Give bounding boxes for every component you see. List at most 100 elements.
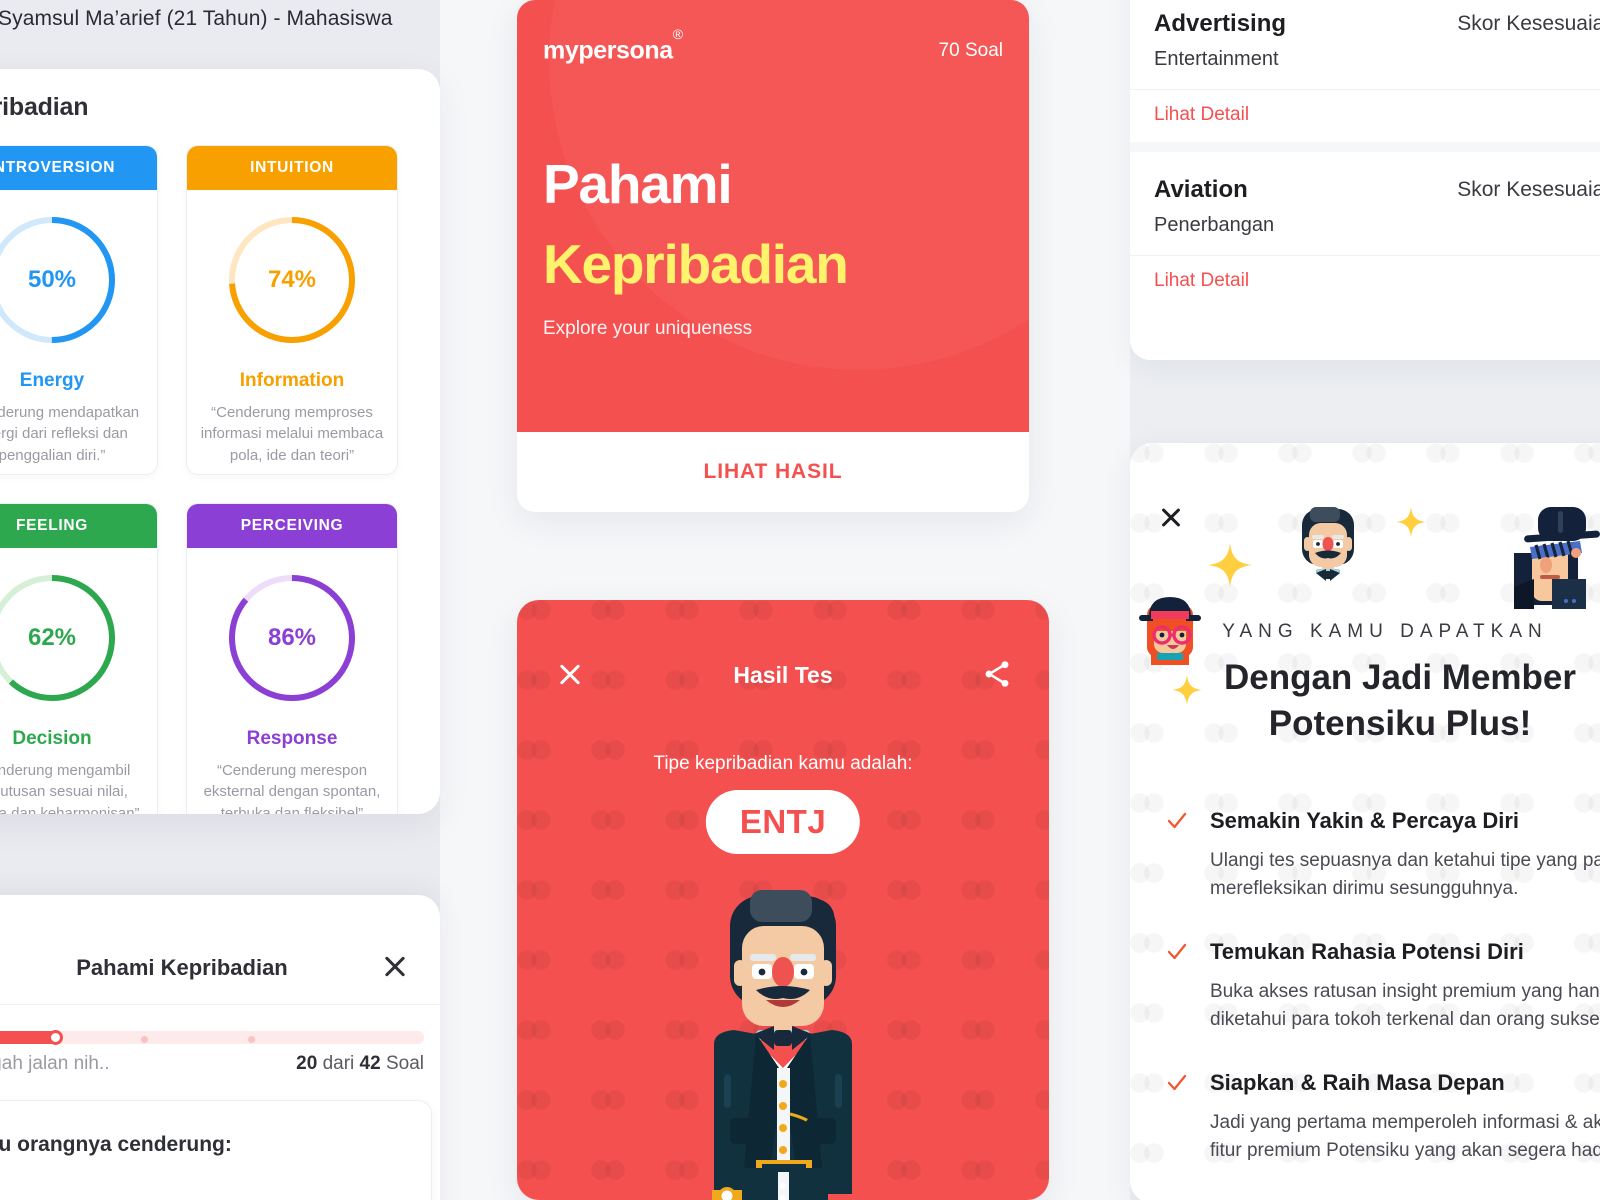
progress-total: 42 — [359, 1053, 381, 1074]
promo-headline-primary: Pahami — [543, 153, 733, 215]
result-title: Hasil Tes — [733, 662, 833, 688]
trait-description: “Cenderung merespon eksternal dengan spo… — [203, 762, 381, 814]
promo-subtitle: Explore your uniqueness — [543, 318, 753, 339]
career-list: AdvertisingEntertainmentSkor Kesesuaian L… — [1130, 0, 1600, 308]
trait-label: INTROVERSION — [0, 146, 157, 190]
registered-mark: ® — [672, 26, 683, 43]
share-icon[interactable] — [981, 658, 1013, 695]
career-item-footer: Lihat Detail — [1130, 89, 1600, 142]
entj-avatar-illustration — [638, 868, 928, 1200]
career-item-footer: Lihat Detail — [1130, 255, 1600, 308]
plus-kicker: YANG KAMU DAPATKAN — [1222, 621, 1548, 642]
app-logo-text: mypersona — [543, 36, 673, 65]
trait-progress-ring: 74% — [224, 212, 360, 348]
plus-headline-line1: Dengan Jadi Member — [1223, 658, 1577, 697]
trait-progress-ring: 50% — [0, 212, 120, 348]
benefit-item: Semakin Yakin & Percaya Diri Ulangi tes s… — [1152, 808, 1600, 902]
view-result-button[interactable]: LIHAT HASIL — [517, 432, 1029, 512]
personality-result-card: Kepribadian INTROVERSION 50% Energy “Cender… — [0, 69, 440, 814]
progress-track[interactable] — [0, 1030, 424, 1045]
plus-headline-line2: Potensiku Plus! — [1268, 703, 1532, 743]
trait-percent: 50% — [27, 266, 77, 293]
career-list-divider — [1130, 142, 1600, 152]
personality-type-badge: ENTJ — [705, 790, 861, 854]
view-detail-link[interactable]: Lihat Detail — [1154, 104, 1249, 125]
career-item-body: AviationPenerbanganSkor Kesesuaian — [1130, 152, 1600, 255]
trait-progress-ring: 62% — [0, 570, 120, 706]
trait-name: Response — [246, 728, 338, 749]
benefit-title: Temukan Rahasia Potensi Diri — [1210, 939, 1524, 965]
result-subtitle: Tipe kepribadian kamu adalah: — [653, 753, 913, 774]
trait-percent: 74% — [267, 266, 317, 293]
trait-card: FEELING 62% Decision “Cenderung mengambil k… — [0, 503, 158, 814]
progress-of: dari — [322, 1053, 355, 1074]
quiz-question-card: Kamu orangnya cenderung: — [0, 1100, 432, 1200]
screenshot-stage: Syamsul Ma’arief (21 Tahun) - Mahasiswa … — [0, 0, 1600, 1200]
career-list-item[interactable]: AviationPenerbanganSkor KesesuaianLihat … — [1130, 152, 1600, 308]
close-icon[interactable] — [380, 951, 410, 981]
trait-card: INTUITION 74% Information “Cenderung mempro… — [186, 145, 398, 475]
benefit-title: Semakin Yakin & Percaya Diri — [1210, 808, 1519, 833]
benefit-description: Jadi yang pertama memperoleh informasi &… — [1210, 1112, 1600, 1161]
avatar-mustache-man — [1282, 501, 1374, 598]
benefit-description: Ulangi tes sepuasnya dan ketahui tipe ya… — [1210, 850, 1600, 899]
trait-progress-ring: 86% — [224, 570, 360, 706]
trait-description: “Cenderung mengambil keputusan sesuai ni… — [0, 762, 140, 814]
quiz-progress-card: Pahami Kepribadian Udah setengah jalan n… — [0, 895, 440, 1200]
quiz-question-prompt: Kamu orangnya cenderung: — [0, 1133, 232, 1156]
progress-current: 20 — [296, 1053, 318, 1074]
close-icon[interactable] — [1158, 505, 1184, 531]
career-match-list-card: AdvertisingEntertainmentSkor Kesesuaian L… — [1130, 0, 1600, 360]
progress-unit: Soal — [385, 1053, 424, 1074]
trait-name: Decision — [12, 728, 92, 749]
progress-encouragement: Udah setengah jalan nih.. — [0, 1053, 110, 1074]
view-detail-link[interactable]: Lihat Detail — [1154, 270, 1249, 291]
progress-milestone-dot — [141, 1035, 148, 1043]
trait-card: PERCEIVING 86% Response “Cenderung merespon… — [186, 503, 398, 814]
trait-label: FEELING — [0, 504, 157, 548]
test-result-card: Hasil Tes Tipe kepribadian kamu adalah: … — [517, 600, 1049, 1200]
career-subtitle: Penerbangan — [1154, 214, 1275, 236]
trait-description: “Cenderung mendapatkan energi dari refle… — [0, 404, 140, 464]
sparkle-icon — [1396, 507, 1426, 542]
career-subtitle: Entertainment — [1154, 48, 1279, 70]
check-icon — [1165, 940, 1189, 964]
app-logo: mypersona® — [543, 26, 683, 65]
trait-percent: 62% — [27, 624, 77, 651]
trait-grid: INTROVERSION 50% Energy “Cenderung mendapat… — [0, 145, 398, 814]
sparkle-icon — [1208, 543, 1252, 592]
quiz-progress: Udah setengah jalan nih.. 20 dari 42 Soa… — [0, 1023, 440, 1079]
trait-name: Information — [239, 370, 345, 391]
quiz-title: Pahami Kepribadian — [76, 955, 288, 980]
promo-hero: mypersona® 70 Soal Pahami Kepribadian Ex… — [517, 0, 1029, 432]
progress-knob[interactable] — [48, 1030, 63, 1045]
benefit-item: Siapkan & Raih Masa Depan Jadi yang perta… — [1152, 1070, 1600, 1164]
career-score-label: Skor Kesesuaian — [1457, 178, 1600, 201]
trait-description: “Cenderung memproses informasi melalui m… — [200, 404, 384, 464]
progress-caption: Udah setengah jalan nih.. 20 dari 42 Soa… — [0, 1053, 424, 1075]
trait-card: INTROVERSION 50% Energy “Cenderung mendapat… — [0, 145, 158, 475]
benefits-list: Semakin Yakin & Percaya Diri Ulangi tes s… — [1152, 808, 1600, 1200]
benefit-description: Buka akses ratusan insight premium yang … — [1210, 981, 1600, 1030]
promo-card[interactable]: mypersona® 70 Soal Pahami Kepribadian Ex… — [517, 0, 1029, 512]
potensiku-plus-card: YANG KAMU DAPATKAN Dengan Jadi Member Po… — [1130, 443, 1600, 1200]
personality-card-title: Kepribadian — [0, 93, 89, 121]
trait-label: PERCEIVING — [187, 504, 397, 548]
check-icon — [1165, 1071, 1189, 1095]
trait-name: Energy — [19, 370, 85, 391]
trait-percent: 86% — [267, 624, 317, 651]
avatar-hat-detective — [1488, 491, 1600, 616]
progress-milestone-dot — [248, 1035, 255, 1043]
quiz-header: Pahami Kepribadian — [0, 895, 440, 1005]
trait-label: INTUITION — [187, 146, 397, 190]
benefit-title: Siapkan & Raih Masa Depan — [1210, 1070, 1505, 1096]
question-count-badge: 70 Soal — [938, 40, 1003, 61]
plus-headline: Dengan Jadi Member Potensiku Plus! — [1130, 655, 1600, 746]
benefit-item: Temukan Rahasia Potensi Diri Buka akses r… — [1152, 939, 1600, 1033]
check-icon — [1165, 809, 1189, 833]
career-list-item[interactable]: AdvertisingEntertainmentSkor Kesesuaian L… — [1130, 0, 1600, 142]
progress-count: 20 dari 42 Soal — [296, 1053, 424, 1075]
promo-headline-accent: Kepribadian — [543, 233, 849, 295]
person-summary-line: Syamsul Ma’arief (21 Tahun) - Mahasiswa — [0, 7, 393, 30]
career-item-body: AdvertisingEntertainmentSkor Kesesuaian — [1130, 0, 1600, 89]
